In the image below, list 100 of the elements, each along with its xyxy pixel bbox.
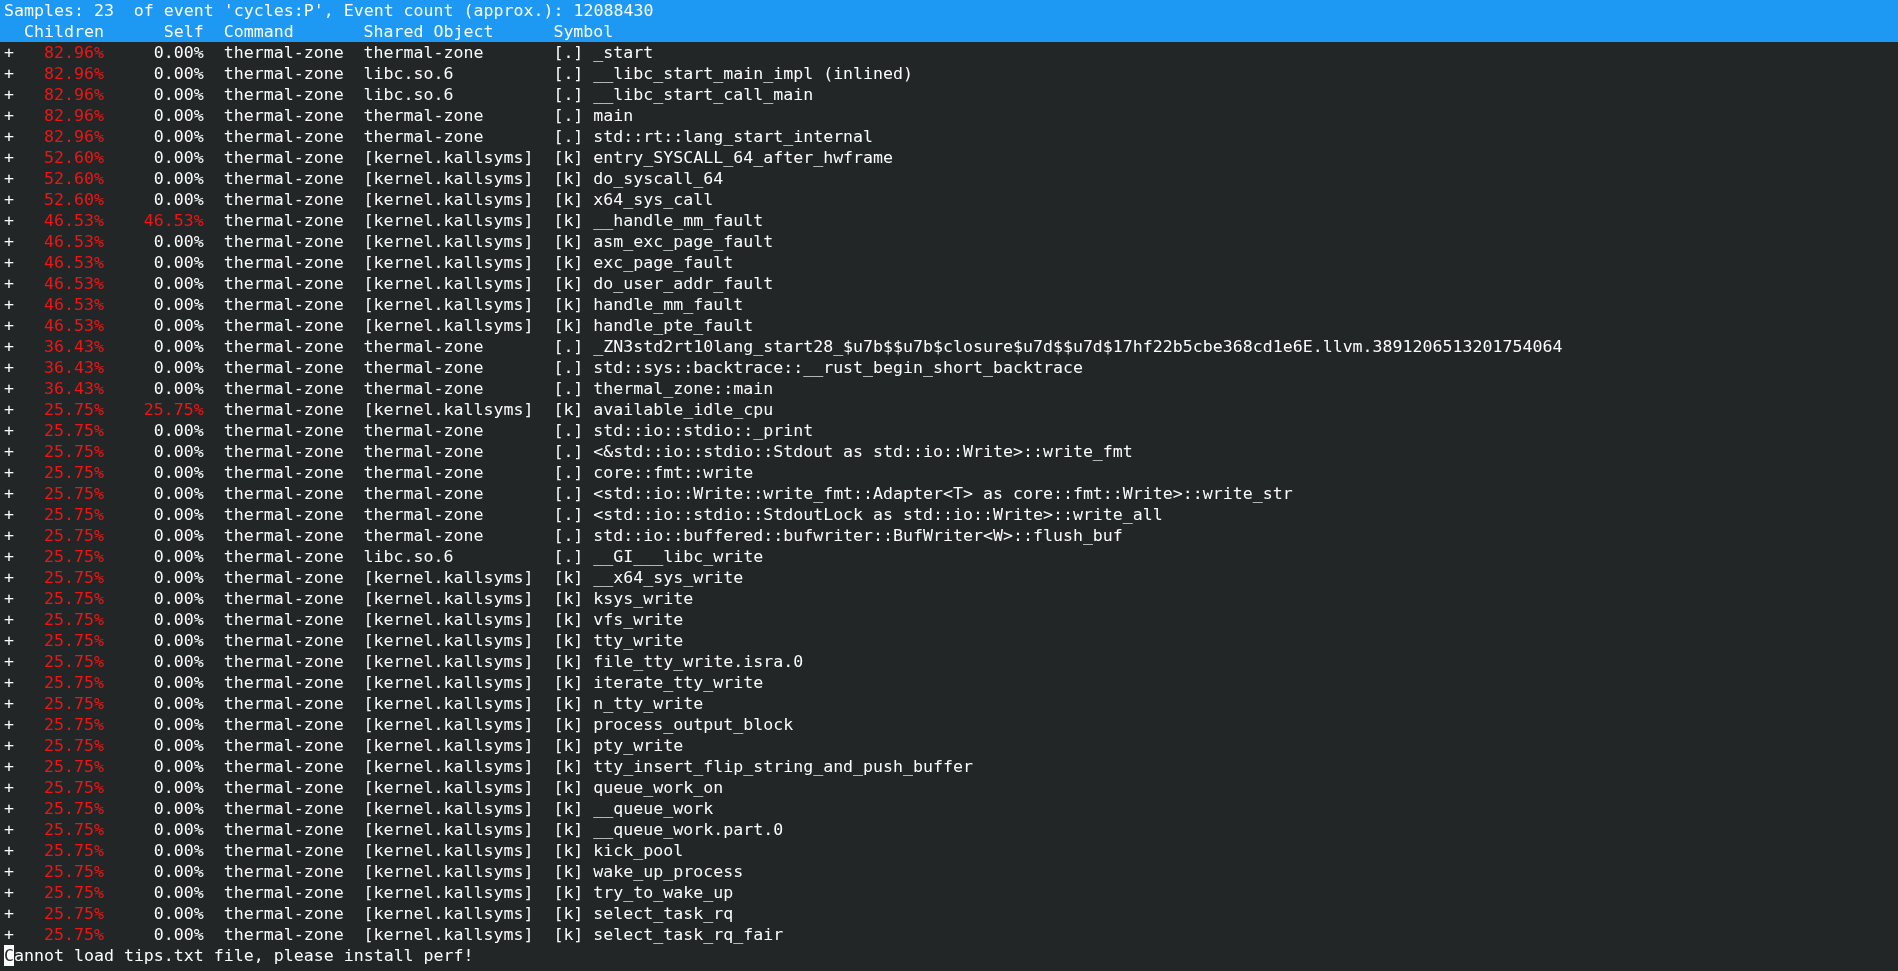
expand-marker[interactable]: + bbox=[4, 798, 14, 819]
expand-marker[interactable]: + bbox=[4, 609, 14, 630]
expand-marker[interactable]: + bbox=[4, 273, 14, 294]
expand-marker[interactable]: + bbox=[4, 504, 14, 525]
shared-object: thermal-zone bbox=[363, 357, 484, 378]
children-percent: 82.96% bbox=[43, 84, 104, 105]
expand-marker[interactable]: + bbox=[4, 483, 14, 504]
symbol-type: [k] bbox=[553, 651, 584, 672]
shared-object: [kernel.kallsyms] bbox=[363, 756, 534, 777]
shared-object: thermal-zone bbox=[363, 441, 484, 462]
symbol-name: __handle_mm_fault bbox=[593, 210, 764, 231]
expand-marker[interactable]: + bbox=[4, 567, 14, 588]
expand-marker[interactable]: + bbox=[4, 315, 14, 336]
self-percent: 0.00% bbox=[153, 882, 204, 903]
shared-object: thermal-zone bbox=[363, 462, 484, 483]
expand-marker[interactable]: + bbox=[4, 294, 14, 315]
symbol-name: select_task_rq_fair bbox=[593, 924, 784, 945]
command-name: thermal-zone bbox=[223, 63, 344, 84]
children-percent: 25.75% bbox=[43, 588, 104, 609]
symbol-type: [k] bbox=[553, 777, 584, 798]
command-name: thermal-zone bbox=[223, 42, 344, 63]
expand-marker[interactable]: + bbox=[4, 399, 14, 420]
expand-marker[interactable]: + bbox=[4, 693, 14, 714]
symbol-name: _start bbox=[593, 42, 654, 63]
expand-marker[interactable]: + bbox=[4, 420, 14, 441]
symbol-type: [k] bbox=[553, 756, 584, 777]
children-percent: 25.75% bbox=[43, 861, 104, 882]
expand-marker[interactable]: + bbox=[4, 126, 14, 147]
expand-marker[interactable]: + bbox=[4, 525, 14, 546]
expand-marker[interactable]: + bbox=[4, 882, 14, 903]
expand-marker[interactable]: + bbox=[4, 252, 14, 273]
symbol-name: <std::io::Write::write_fmt::Adapter<T> as core::fmt::Write>::write_str bbox=[593, 483, 1293, 504]
expand-marker[interactable]: + bbox=[4, 147, 14, 168]
children-percent: 25.75% bbox=[43, 798, 104, 819]
expand-marker[interactable]: + bbox=[4, 168, 14, 189]
shared-object: thermal-zone bbox=[363, 504, 484, 525]
self-percent: 0.00% bbox=[153, 588, 204, 609]
children-percent: 82.96% bbox=[43, 42, 104, 63]
self-percent: 0.00% bbox=[153, 483, 204, 504]
symbol-name: iterate_tty_write bbox=[593, 672, 764, 693]
self-percent: 0.00% bbox=[153, 168, 204, 189]
expand-marker[interactable]: + bbox=[4, 231, 14, 252]
expand-marker[interactable]: + bbox=[4, 210, 14, 231]
expand-marker[interactable]: + bbox=[4, 672, 14, 693]
command-name: thermal-zone bbox=[223, 462, 344, 483]
symbol-type: [k] bbox=[553, 924, 584, 945]
expand-marker[interactable]: + bbox=[4, 588, 14, 609]
symbol-type: [.] bbox=[553, 504, 584, 525]
expand-marker[interactable]: + bbox=[4, 378, 14, 399]
children-percent: 25.75% bbox=[43, 609, 104, 630]
expand-marker[interactable]: + bbox=[4, 840, 14, 861]
command-name: thermal-zone bbox=[223, 525, 344, 546]
symbol-type: [k] bbox=[553, 861, 584, 882]
symbol-name: vfs_write bbox=[593, 609, 684, 630]
symbol-name: __x64_sys_write bbox=[593, 567, 744, 588]
symbol-name: tty_write bbox=[593, 630, 684, 651]
expand-marker[interactable]: + bbox=[4, 63, 14, 84]
column-header: Children bbox=[23, 21, 104, 42]
symbol-type: [.] bbox=[553, 357, 584, 378]
expand-marker[interactable]: + bbox=[4, 105, 14, 126]
expand-marker[interactable]: + bbox=[4, 903, 14, 924]
children-percent: 25.75% bbox=[43, 504, 104, 525]
expand-marker[interactable]: + bbox=[4, 42, 14, 63]
symbol-name: __queue_work bbox=[593, 798, 714, 819]
self-percent: 0.00% bbox=[153, 189, 204, 210]
column-header: Symbol bbox=[553, 21, 614, 42]
expand-marker[interactable]: + bbox=[4, 336, 14, 357]
expand-marker[interactable]: + bbox=[4, 441, 14, 462]
expand-marker[interactable]: + bbox=[4, 819, 14, 840]
children-percent: 25.75% bbox=[43, 714, 104, 735]
symbol-type: [.] bbox=[553, 420, 584, 441]
shared-object: [kernel.kallsyms] bbox=[363, 840, 534, 861]
self-percent: 0.00% bbox=[153, 819, 204, 840]
expand-marker[interactable]: + bbox=[4, 714, 14, 735]
expand-marker[interactable]: + bbox=[4, 861, 14, 882]
symbol-type: [k] bbox=[553, 840, 584, 861]
shared-object: [kernel.kallsyms] bbox=[363, 672, 534, 693]
symbol-name: queue_work_on bbox=[593, 777, 724, 798]
expand-marker[interactable]: + bbox=[4, 84, 14, 105]
expand-marker[interactable]: + bbox=[4, 735, 14, 756]
expand-marker[interactable]: + bbox=[4, 777, 14, 798]
expand-marker[interactable]: + bbox=[4, 924, 14, 945]
expand-marker[interactable]: + bbox=[4, 651, 14, 672]
expand-marker[interactable]: + bbox=[4, 546, 14, 567]
symbol-name: std::io::buffered::bufwriter::BufWriter<W>::flush_buf bbox=[593, 525, 1123, 546]
command-name: thermal-zone bbox=[223, 84, 344, 105]
expand-marker[interactable]: + bbox=[4, 462, 14, 483]
children-percent: 52.60% bbox=[43, 147, 104, 168]
expand-marker[interactable]: + bbox=[4, 189, 14, 210]
self-percent: 0.00% bbox=[153, 441, 204, 462]
symbol-name: ksys_write bbox=[593, 588, 694, 609]
expand-marker[interactable]: + bbox=[4, 357, 14, 378]
shared-object: [kernel.kallsyms] bbox=[363, 609, 534, 630]
expand-marker[interactable]: + bbox=[4, 756, 14, 777]
expand-marker[interactable]: + bbox=[4, 630, 14, 651]
self-percent: 0.00% bbox=[153, 525, 204, 546]
children-percent: 25.75% bbox=[43, 672, 104, 693]
shared-object: [kernel.kallsyms] bbox=[363, 903, 534, 924]
shared-object: [kernel.kallsyms] bbox=[363, 315, 534, 336]
symbol-name: do_user_addr_fault bbox=[593, 273, 774, 294]
